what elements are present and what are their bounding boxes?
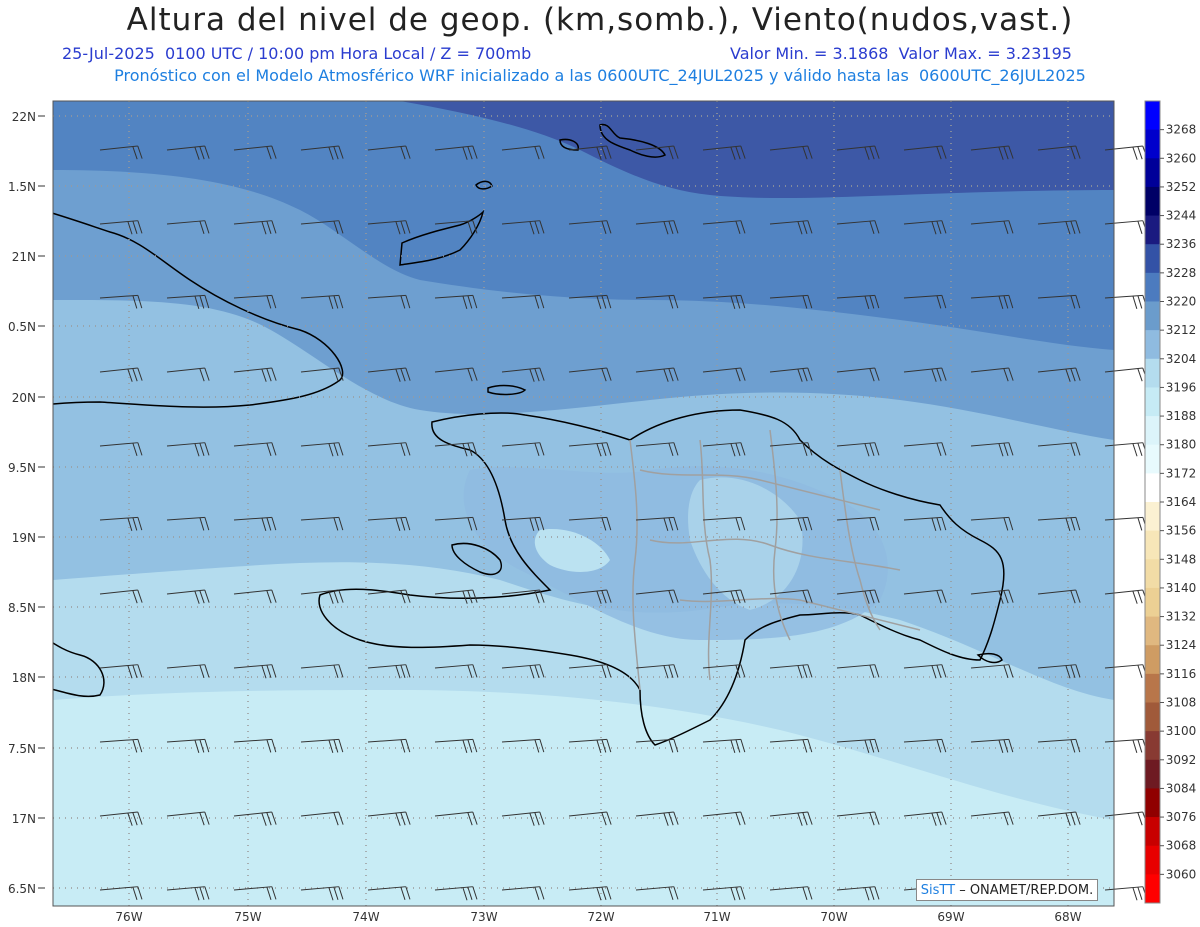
colorbar-swatch [1145, 473, 1160, 503]
colorbar-swatch [1145, 817, 1160, 847]
lon-label: 75W [234, 910, 261, 924]
lat-label: 17N [12, 812, 36, 826]
colorbar-swatch [1145, 559, 1160, 589]
colorbar-label: 3204 [1166, 352, 1197, 366]
colorbar-swatch [1145, 244, 1160, 274]
colorbar-swatch [1145, 301, 1160, 331]
lon-label: 74W [352, 910, 379, 924]
colorbar-label: 3212 [1166, 323, 1197, 337]
colorbar-swatch [1145, 702, 1160, 732]
colorbar-label: 3164 [1166, 495, 1197, 509]
colorbar-swatch [1145, 788, 1160, 818]
lon-label: 70W [820, 910, 847, 924]
colorbar-swatch [1145, 502, 1160, 532]
colorbar-label: 3236 [1166, 237, 1197, 251]
credit-text: – ONAMET/REP.DOM. [955, 882, 1094, 898]
colorbar-label: 3140 [1166, 581, 1197, 595]
colorbar-swatch [1145, 616, 1160, 646]
colorbar-label: 3100 [1166, 724, 1197, 738]
lat-axis: 22N 1.5N 21N 0.5N 20N 9.5N 19N 8.5N 18N … [8, 110, 36, 896]
lon-label: 71W [703, 910, 730, 924]
colorbar-swatch [1145, 272, 1160, 302]
lat-label: 9.5N [8, 461, 36, 475]
colorbar-label: 3076 [1166, 810, 1197, 824]
lon-label: 68W [1054, 910, 1081, 924]
lat-label: 8.5N [8, 601, 36, 615]
colorbar-swatch [1145, 129, 1160, 159]
colorbar-swatch [1145, 731, 1160, 761]
lat-label: 1.5N [8, 180, 36, 194]
lon-label: 73W [470, 910, 497, 924]
lat-ticks [38, 115, 45, 889]
colorbar-label: 3244 [1166, 209, 1197, 223]
colorbar-label: 3220 [1166, 295, 1197, 309]
colorbar-label: 3252 [1166, 180, 1197, 194]
colorbar-swatch [1145, 874, 1160, 904]
colorbar-swatch [1145, 215, 1160, 245]
lat-label: 22N [12, 110, 36, 124]
colorbar-swatch [1145, 444, 1160, 474]
colorbar-swatch [1145, 358, 1160, 388]
colorbar-label: 3068 [1166, 839, 1197, 853]
colorbar-swatch [1145, 530, 1160, 560]
lon-axis: 76W 75W 74W 73W 72W 71W 70W 69W 68W [115, 910, 1081, 924]
colorbar-swatch [1145, 158, 1160, 188]
colorbar-swatch [1145, 845, 1160, 875]
colorbar: 3268 3260 3252 3244 3236 3228 3220 3212 3204 3196… [1144, 100, 1197, 904]
colorbar-swatch [1145, 587, 1160, 618]
credit-box: SisTT – ONAMET/REP.DOM. [916, 879, 1098, 901]
geopotential-map: 22N 1.5N 21N 0.5N 20N 9.5N 19N 8.5N 18N … [8, 100, 1197, 924]
shaded-field [53, 101, 1114, 906]
colorbar-swatch [1145, 186, 1160, 217]
colorbar-label: 3060 [1166, 867, 1197, 881]
colorbar-label: 3124 [1166, 638, 1197, 652]
colorbar-label: 3116 [1166, 667, 1197, 681]
colorbar-label: 3196 [1166, 380, 1197, 394]
lat-label: 6.5N [8, 882, 36, 896]
colorbar-label: 3092 [1166, 753, 1197, 767]
colorbar-swatch [1145, 759, 1160, 789]
colorbar-swatch [1145, 387, 1160, 417]
lat-label: 20N [12, 391, 36, 405]
lon-label: 69W [937, 910, 964, 924]
colorbar-label: 3260 [1166, 151, 1197, 165]
colorbar-label: 3108 [1166, 696, 1197, 710]
lat-label: 19N [12, 531, 36, 545]
colorbar-label: 3156 [1166, 524, 1197, 538]
colorbar-swatch [1145, 101, 1160, 131]
colorbar-label: 3188 [1166, 409, 1197, 423]
colorbar-swatch [1145, 416, 1160, 446]
colorbar-label: 3084 [1166, 781, 1197, 795]
colorbar-swatch [1145, 645, 1160, 675]
colorbar-label: 3132 [1166, 610, 1197, 624]
lat-label: 21N [12, 250, 36, 264]
colorbar-label: 3268 [1166, 123, 1197, 137]
lat-label: 0.5N [8, 320, 36, 334]
sis-logo-text: SisTT [920, 882, 956, 898]
colorbar-label: 3228 [1166, 266, 1197, 280]
colorbar-label: 3172 [1166, 466, 1197, 480]
lon-label: 76W [115, 910, 142, 924]
lat-label: 18N [12, 671, 36, 685]
colorbar-label: 3180 [1166, 438, 1197, 452]
colorbar-swatch [1145, 330, 1160, 360]
lat-label: 7.5N [8, 742, 36, 756]
colorbar-label: 3148 [1166, 552, 1197, 566]
colorbar-swatch [1145, 673, 1160, 703]
lon-label: 72W [587, 910, 614, 924]
